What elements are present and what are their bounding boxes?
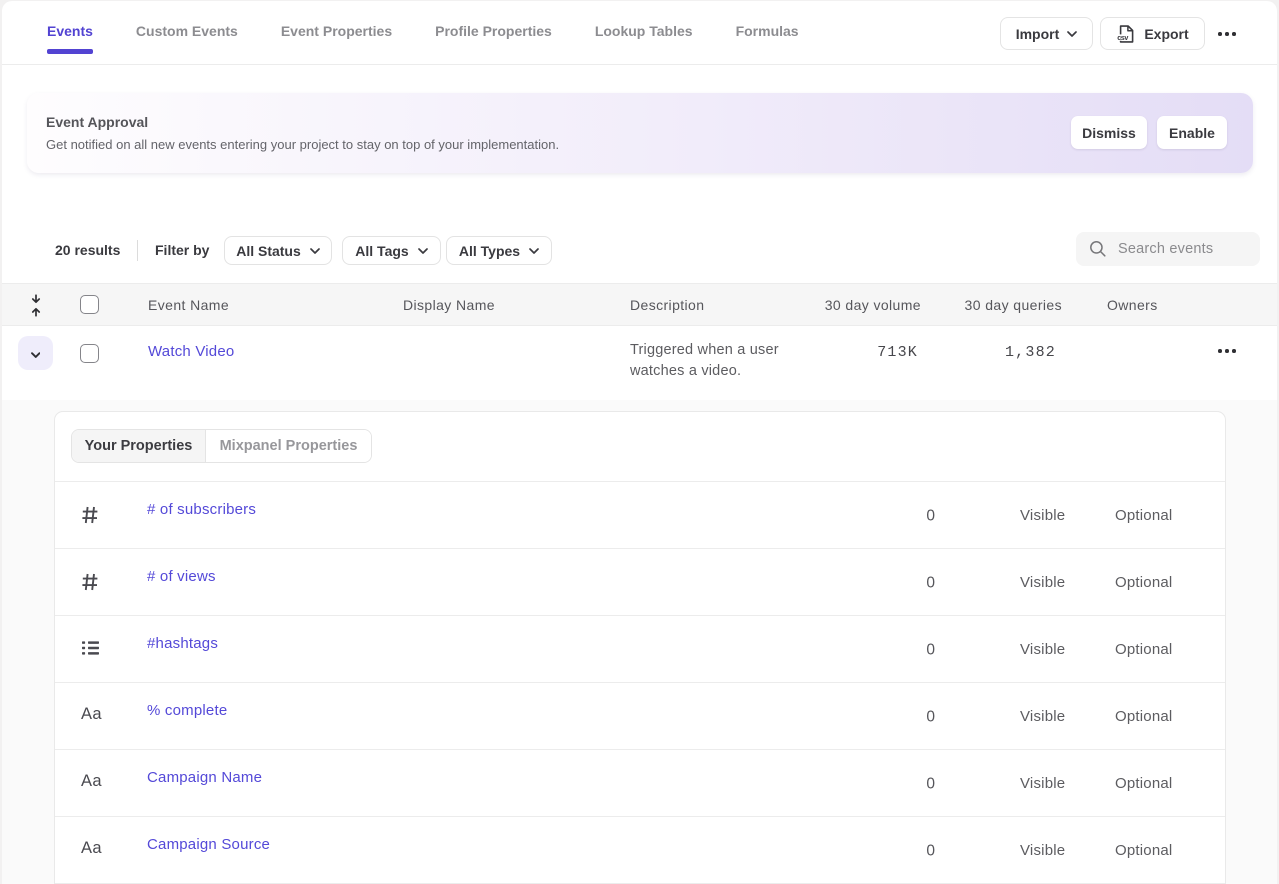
- svg-text:csv: csv: [1118, 33, 1129, 42]
